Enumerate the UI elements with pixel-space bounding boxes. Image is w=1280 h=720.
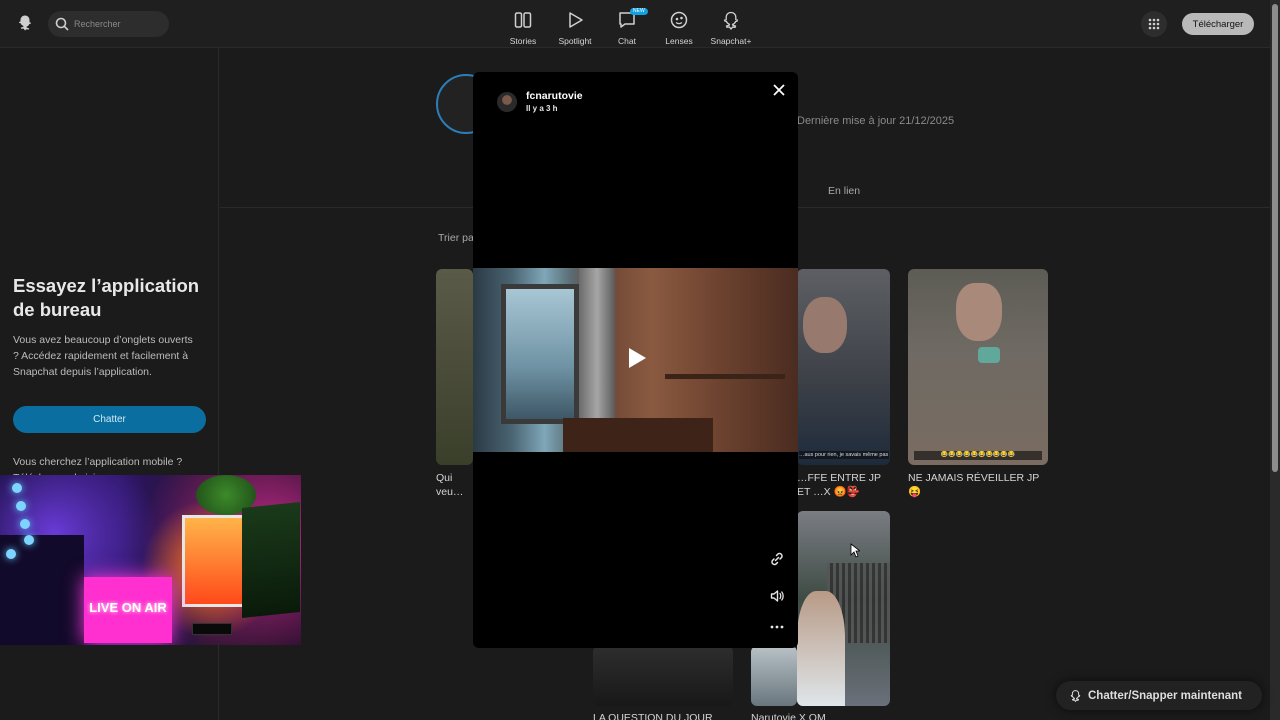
nav-snapchat-plus[interactable]: Snapchat+ <box>705 6 757 46</box>
video-frame-curtain <box>579 268 615 418</box>
snapchat-ghost-icon <box>1070 690 1081 702</box>
webcam-led-light <box>6 549 16 559</box>
spotlight-card[interactable] <box>436 269 473 465</box>
main-nav: Stories Spotlight NEW Chat Lenses Snapch… <box>497 6 757 46</box>
modal-timestamp: Il y a 3 h <box>526 104 558 113</box>
play-icon[interactable] <box>622 344 650 372</box>
promo-text: Vous avez beaucoup d’onglets ouverts ? A… <box>13 334 193 378</box>
card-thumbnail-face <box>803 297 847 353</box>
download-button[interactable]: Télécharger <box>1182 13 1254 35</box>
nav-chat[interactable]: NEW Chat <box>601 6 653 46</box>
apps-grid-icon <box>1148 18 1160 30</box>
card-thumbnail-person <box>797 591 845 706</box>
chat-button[interactable]: Chatter <box>13 406 206 433</box>
nav-chat-label: Chat <box>618 36 636 46</box>
stories-icon <box>514 12 532 28</box>
page-scrollbar[interactable] <box>1270 0 1280 720</box>
webcam-live-sign-text: LIVE ON AIR <box>89 600 167 615</box>
nav-snapchat-plus-label: Snapchat+ <box>710 36 752 46</box>
webcam-led-light <box>16 501 26 511</box>
card-title[interactable]: Narutovie X OM <box>751 711 891 720</box>
spotlight-card[interactable]: 😂😂😂😂😂😂😂😂😂😂 <box>908 269 1048 465</box>
card-title[interactable]: LA QUESTION DU JOUR <box>593 711 733 720</box>
sound-icon[interactable] <box>769 588 785 604</box>
spotlight-card[interactable] <box>593 646 733 706</box>
nav-stories[interactable]: Stories <box>497 6 549 46</box>
spotlight-card[interactable]: …aus pour rien, je savais même pas ! <box>797 269 890 465</box>
more-options-icon[interactable] <box>769 620 785 634</box>
card-title[interactable]: …FFE ENTRE JP ET …X 😡👺 <box>797 471 892 499</box>
snapchat-ghost-icon[interactable] <box>16 14 34 32</box>
search-box[interactable] <box>48 11 169 37</box>
spotlight-card[interactable] <box>751 646 797 706</box>
webcam-led-light <box>20 519 30 529</box>
search-input[interactable] <box>74 15 164 33</box>
webcam-monitor <box>242 501 300 619</box>
chat-snap-now-label: Chatter/Snapper maintenant <box>1088 689 1242 702</box>
video-player[interactable] <box>473 268 798 452</box>
close-icon[interactable] <box>771 82 787 98</box>
sort-label[interactable]: Trier par <box>438 232 474 244</box>
mouse-cursor-icon <box>850 543 860 558</box>
apps-grid-button[interactable] <box>1141 11 1167 37</box>
nav-stories-label: Stories <box>509 36 537 46</box>
card-title[interactable]: Qui veu… vieux fil… <box>436 471 473 499</box>
lenses-icon <box>670 11 688 29</box>
nav-spotlight-label: Spotlight <box>558 36 592 46</box>
webcam-led-light <box>24 535 34 545</box>
webcam-led-light <box>12 483 22 493</box>
story-viewer-modal: fcnarutovie Il y a 3 h <box>473 72 798 648</box>
promo-title: Essayez l’application de bureau <box>13 275 200 320</box>
link-icon[interactable] <box>769 551 785 567</box>
chat-snap-now-button[interactable]: Chatter/Snapper maintenant <box>1056 681 1262 710</box>
nav-lenses-label: Lenses <box>665 36 693 46</box>
scrollbar-thumb[interactable] <box>1272 4 1278 472</box>
last-updated-text: Dernière mise à jour 21/12/2025 <box>797 115 955 127</box>
video-frame-table <box>563 418 713 452</box>
snapchat-web-page: Stories Spotlight NEW Chat Lenses Snapch… <box>0 0 1280 720</box>
spotlight-play-icon <box>569 12 583 28</box>
mobile-app-text[interactable]: Vous cherchez l’application mobile ? Tél… <box>13 454 193 476</box>
card-caption: 😂😂😂😂😂😂😂😂😂😂 <box>914 451 1042 460</box>
modal-username[interactable]: fcnarutovie <box>526 90 583 102</box>
webcam-live-sign: LIVE ON AIR <box>84 577 172 643</box>
top-bar: Stories Spotlight NEW Chat Lenses Snapch… <box>0 0 1270 48</box>
nav-lenses[interactable]: Lenses <box>653 6 705 46</box>
modal-avatar[interactable] <box>497 92 517 112</box>
video-frame-window <box>501 284 579 424</box>
nav-spotlight[interactable]: Spotlight <box>549 6 601 46</box>
video-frame-shelf <box>665 374 785 379</box>
new-badge: NEW <box>630 8 648 15</box>
card-thumbnail-cup <box>978 347 1000 363</box>
snapchat-plus-icon <box>723 11 739 30</box>
card-caption: …aus pour rien, je savais même pas ! <box>799 451 889 459</box>
spotlight-card[interactable] <box>797 511 890 706</box>
tab-linked[interactable]: En lien <box>828 185 860 197</box>
search-icon <box>55 17 69 31</box>
webcam-stream-deck <box>192 623 232 635</box>
webcam-overlay: LIVE ON AIR <box>0 475 301 645</box>
card-thumbnail-face <box>956 283 1002 341</box>
card-title[interactable]: NE JAMAIS RÉVEILLER JP 😝 <box>908 471 1048 499</box>
